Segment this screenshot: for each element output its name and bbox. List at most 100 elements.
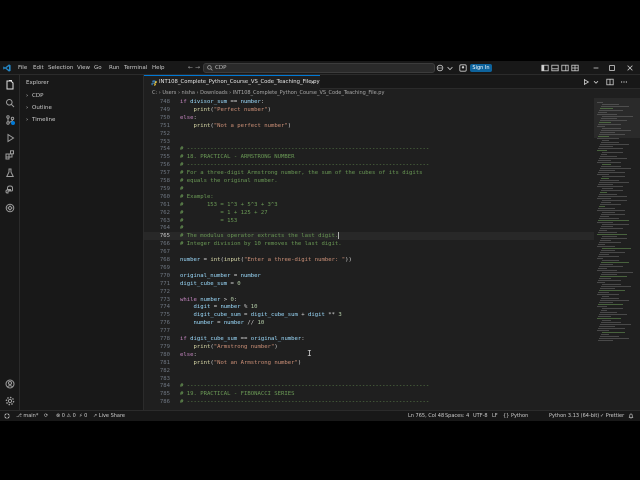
- toggle-secondary-sidebar-icon[interactable]: [561, 64, 569, 72]
- copilot-icon[interactable]: [436, 64, 444, 72]
- sign-in-button[interactable]: Sign In: [470, 64, 492, 72]
- layout-icon[interactable]: [571, 64, 579, 72]
- source-control-icon[interactable]: [5, 115, 15, 125]
- toggle-sidebar-icon[interactable]: [541, 64, 549, 72]
- live-share-button[interactable]: ↗ Live Share: [93, 411, 125, 421]
- ports-indicator[interactable]: ⚡ 0: [79, 411, 87, 421]
- sync-icon[interactable]: ⟳: [44, 411, 48, 421]
- menu-go[interactable]: Go: [94, 61, 102, 75]
- prettier-indicator[interactable]: ✓ Prettier: [600, 411, 624, 421]
- code-line[interactable]: 755 # 18. PRACTICAL - ARMSTRONG NUMBER: [144, 153, 594, 161]
- code-line[interactable]: 764 #: [144, 224, 594, 232]
- code-line[interactable]: 759 #: [144, 185, 594, 193]
- run-python-file-icon[interactable]: [582, 78, 590, 86]
- code-text: number = number // 10: [193, 320, 265, 327]
- code-line[interactable]: 756 # -----------------------------------…: [144, 161, 594, 169]
- explorer-icon[interactable]: [5, 80, 15, 90]
- vscode-logo-icon[interactable]: [3, 64, 11, 72]
- code-line[interactable]: 784 # -----------------------------------…: [144, 382, 594, 390]
- sidebar-section-outline[interactable]: › Outline: [26, 105, 52, 111]
- code-line[interactable]: 768 number = int(input("Enter a three-dig…: [144, 256, 594, 264]
- line-number: 755: [159, 154, 170, 161]
- code-line[interactable]: 749 print("Perfect number"): [144, 106, 594, 114]
- code-line[interactable]: 776 number = number // 10: [144, 319, 594, 327]
- code-line[interactable]: 777: [144, 327, 594, 335]
- manage-gear-icon[interactable]: [5, 396, 15, 406]
- code-line[interactable]: 771 digit_cube_sum = 0: [144, 280, 594, 288]
- toggle-panel-icon[interactable]: [551, 64, 559, 72]
- code-line[interactable]: 774 digit = number % 10: [144, 303, 594, 311]
- testing-icon[interactable]: [5, 168, 15, 178]
- cursor-position[interactable]: Ln 765, Col 48: [408, 411, 444, 421]
- menu-file[interactable]: File: [18, 61, 27, 75]
- indentation-indicator[interactable]: Spaces: 4: [445, 411, 469, 421]
- code-line[interactable]: 782: [144, 367, 594, 375]
- code-line[interactable]: 750 else:: [144, 114, 594, 122]
- code-line[interactable]: 779 print("Armstrong number"): [144, 343, 594, 351]
- account-icon[interactable]: [459, 64, 467, 72]
- code-line[interactable]: 766 # Integer division by 10 removes the …: [144, 240, 594, 248]
- encoding-indicator[interactable]: UTF-8: [473, 411, 488, 421]
- code-line[interactable]: 770 original_number = number: [144, 272, 594, 280]
- sidebar-section-cdp[interactable]: › CDP: [26, 93, 43, 99]
- command-center-search[interactable]: CDP: [203, 63, 435, 73]
- code-line[interactable]: 762 # = 1 + 125 + 27: [144, 209, 594, 217]
- code-line[interactable]: 786 # -----------------------------------…: [144, 398, 594, 406]
- code-line[interactable]: 783: [144, 375, 594, 383]
- code-line[interactable]: 758 # equals the original number.: [144, 177, 594, 185]
- code-line[interactable]: 753: [144, 138, 594, 146]
- code-line[interactable]: 772: [144, 288, 594, 296]
- restore-icon[interactable]: [608, 64, 616, 72]
- chevron-down-icon[interactable]: [446, 64, 454, 72]
- code-line[interactable]: 751 print("Not a perfect number"): [144, 122, 594, 130]
- eol-indicator[interactable]: LF: [492, 411, 498, 421]
- remote-indicator-icon[interactable]: [4, 413, 10, 419]
- minimap[interactable]: [594, 98, 640, 410]
- menu-selection[interactable]: Selection: [48, 61, 73, 75]
- code-line[interactable]: 775 digit_cube_sum = digit_cube_sum + di…: [144, 311, 594, 319]
- code-line[interactable]: 763 # = 153: [144, 217, 594, 225]
- code-line[interactable]: 769: [144, 264, 594, 272]
- tab-python-file[interactable]: INT108_Complete_Python_Course_VS_Code_Te…: [144, 75, 320, 89]
- chevron-down-icon[interactable]: [592, 78, 600, 86]
- language-mode[interactable]: {} Python: [503, 411, 528, 421]
- menu-run[interactable]: Run: [109, 61, 120, 75]
- menu-view[interactable]: View: [77, 61, 90, 75]
- code-line[interactable]: 773 while number > 0:: [144, 296, 594, 304]
- code-line[interactable]: 765 # The modulus operator extracts the l…: [144, 232, 594, 241]
- branch-indicator[interactable]: ⎇ main*: [16, 411, 38, 421]
- notifications-bell-icon[interactable]: [628, 413, 634, 419]
- close-window-icon[interactable]: [626, 64, 634, 72]
- minimize-icon[interactable]: [592, 64, 600, 72]
- breadcrumb[interactable]: C: › Users › nisha › Downloads › INT108_…: [152, 89, 384, 98]
- split-editor-icon[interactable]: [606, 78, 614, 86]
- code-line[interactable]: 778 if digit_cube_sum == original_number:: [144, 335, 594, 343]
- run-debug-icon[interactable]: [5, 133, 15, 143]
- menu-terminal[interactable]: Terminal: [124, 61, 147, 75]
- code-line[interactable]: 752: [144, 130, 594, 138]
- more-actions-icon[interactable]: [620, 78, 628, 86]
- menu-help[interactable]: Help: [152, 61, 165, 75]
- search-icon[interactable]: [5, 98, 15, 108]
- sidebar-section-timeline[interactable]: › Timeline: [26, 117, 55, 123]
- problems-indicator[interactable]: ⊗ 0 ⚠ 0: [56, 411, 76, 421]
- tab-close-icon[interactable]: ×: [310, 76, 315, 89]
- code-line[interactable]: 757 # For a three-digit Armstrong number,…: [144, 169, 594, 177]
- python-interpreter[interactable]: Python 3.13 (64-bit): [549, 411, 599, 421]
- code-line[interactable]: 754 # -----------------------------------…: [144, 145, 594, 153]
- extensions-icon[interactable]: [5, 150, 15, 160]
- code-line[interactable]: 781 print("Not an Armstrong number"): [144, 359, 594, 367]
- code-line[interactable]: 761 # 153 = 1^3 + 5^3 + 3^3: [144, 201, 594, 209]
- python-icon[interactable]: [5, 185, 15, 195]
- forward-arrow-icon[interactable]: →: [195, 64, 200, 72]
- code-line[interactable]: 785 # 19. PRACTICAL - FIBONACCI SERIES: [144, 390, 594, 398]
- back-arrow-icon[interactable]: ←: [188, 64, 193, 72]
- code-line[interactable]: 760 # Example:: [144, 193, 594, 201]
- menu-edit[interactable]: Edit: [33, 61, 44, 75]
- code-line[interactable]: 767: [144, 248, 594, 256]
- accounts-icon[interactable]: [5, 379, 15, 389]
- code-line[interactable]: 748 if divisor_sum == number:: [144, 98, 594, 106]
- remote-explorer-icon[interactable]: [5, 203, 15, 213]
- code-editor[interactable]: 748 if divisor_sum == number: 749 print("P…: [144, 98, 594, 410]
- code-line[interactable]: 780 else:: [144, 351, 594, 359]
